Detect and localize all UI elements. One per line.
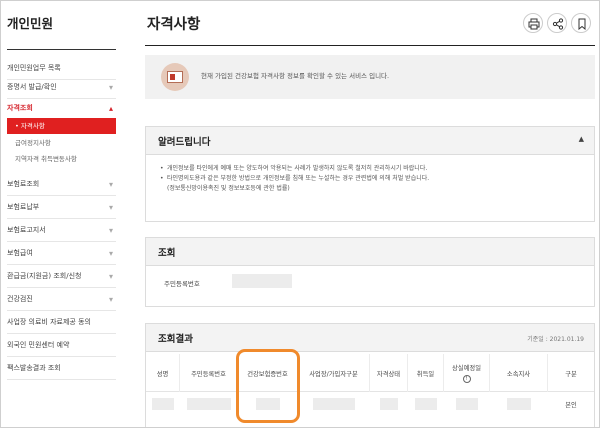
sidebar-item-label: 자격조회 xyxy=(7,104,33,112)
column-header: 취득일 xyxy=(408,354,444,392)
bookmark-button[interactable] xyxy=(571,13,591,33)
print-icon xyxy=(528,18,540,30)
info-banner: 현재 가입된 건강보험 자격사항 정보를 확인할 수 있는 서비스 입니다. xyxy=(145,55,595,99)
sidebar-subitem-qualification-details[interactable]: • 자격사항 xyxy=(7,118,116,134)
chevron-up-icon: ▴ xyxy=(108,104,113,113)
column-header: 성명 xyxy=(146,354,180,392)
cell-loss-date xyxy=(444,393,490,415)
cell-workplace xyxy=(298,393,370,415)
chevron-down-icon: ▾ xyxy=(108,226,113,235)
table-header: 성명 주민등록번호 건강보험증번호 사업장/가입자구분 자격상태 취득일 상실예… xyxy=(146,354,594,392)
chevron-down-icon: ▾ xyxy=(108,249,113,258)
notice-line: 개인정보를 타인에게 예매 또는 양도하여 악용되는 사례가 발생하지 않도록 … xyxy=(160,164,582,174)
sidebar-item-fax-result[interactable]: 팩스발송결과 조회 xyxy=(7,357,116,380)
table-row: 본인 xyxy=(146,393,594,415)
info-text: 현재 가입된 건강보험 자격사항 정보를 확인할 수 있는 서비스 입니다. xyxy=(201,72,390,80)
resident-number-value xyxy=(232,274,292,288)
sidebar-item-qualification[interactable]: 자격조회 ▴ xyxy=(7,97,116,120)
notice-line: 타인명의도용과 같은 부정한 방법으로 개인정보를 침해 또는 누설하는 경우 … xyxy=(160,174,582,184)
cell-status xyxy=(370,393,408,415)
chevron-down-icon: ▾ xyxy=(108,203,113,212)
bookmark-icon xyxy=(578,18,586,30)
chevron-down-icon: ▾ xyxy=(108,295,113,304)
column-header: 자격상태 xyxy=(370,354,408,392)
notice-header[interactable]: 알려드립니다 ▲ xyxy=(146,127,594,155)
sidebar-item-medical-consent[interactable]: 사업장 의료비 자료제공 동의 xyxy=(7,311,116,334)
print-button[interactable] xyxy=(523,13,543,33)
cell-type: 본인 xyxy=(565,401,577,409)
divider xyxy=(145,45,595,46)
main-content: 자격사항 현재 가입된 건강보험 자격사항 정보를 확인할 수 있는 서비스 입… xyxy=(131,1,599,427)
page-title: 자격사항 xyxy=(147,17,201,33)
cell-name xyxy=(146,393,180,415)
column-header: 사업장/가입자구분 xyxy=(298,354,370,392)
sidebar-item-label: 사업장 의료비 자료제공 동의 xyxy=(7,318,91,326)
sidebar-item-insurance-benefit[interactable]: 보험급여 ▾ xyxy=(7,242,116,265)
sidebar-item-label: 환급금(지원금) 조회/신청 xyxy=(7,272,82,280)
sidebar-item-label: 개인민원업무 목록 xyxy=(7,64,61,72)
column-header: 구분 xyxy=(565,370,577,378)
info-icon[interactable]: ! xyxy=(462,375,471,383)
sidebar-item-foreigner-center[interactable]: 외국인 민원센터 예약 xyxy=(7,334,116,357)
query-heading: 조회 xyxy=(158,248,176,259)
cell-branch xyxy=(490,393,548,415)
cell-resident-number xyxy=(180,393,238,415)
sidebar: 개인민원 개인민원업무 목록 증명서 발급/확인 ▾ 자격조회 ▴ • 자격사항 급… xyxy=(1,1,117,427)
share-icon xyxy=(552,18,564,30)
sidebar-item-label: 보험료고지서 xyxy=(7,226,46,234)
sidebar-item-label: 보험료납부 xyxy=(7,203,40,211)
sidebar-item-label: 외국인 민원센터 예약 xyxy=(7,341,70,349)
column-header: 주민등록번호 xyxy=(180,354,238,392)
collapse-icon[interactable]: ▲ xyxy=(579,135,584,143)
divider xyxy=(7,49,116,50)
notice-heading: 알려드립니다 xyxy=(158,137,211,148)
query-panel: 조회 주민등록번호 xyxy=(145,237,595,307)
sidebar-item-premium-payment[interactable]: 보험료납부 ▾ xyxy=(7,196,116,219)
results-panel: 조회결과 기준일 : 2021.01.19 성명 주민등록번호 건강보험증번호 … xyxy=(145,323,595,427)
chevron-down-icon: ▾ xyxy=(108,272,113,281)
reference-date: 기준일 : 2021.01.19 xyxy=(527,336,584,343)
notice-body: 개인정보를 타인에게 예매 또는 양도하여 악용되는 사례가 발생하지 않도록 … xyxy=(146,155,594,194)
sidebar-item-label: 보험급여 xyxy=(7,249,33,257)
sidebar-item-refund[interactable]: 환급금(지원금) 조회/신청 ▾ xyxy=(7,265,116,288)
sidebar-subitem-benefit-suspension[interactable]: 급여정지사항 xyxy=(7,135,116,151)
chevron-down-icon: ▾ xyxy=(108,180,113,189)
column-header: 상실예정일! xyxy=(444,354,490,392)
sidebar-title: 개인민원 xyxy=(7,16,54,31)
share-button[interactable] xyxy=(547,13,567,33)
notice-line: (정보통신망이용촉진 및 정보보호등에 관한 법률) xyxy=(167,185,290,192)
sidebar-item-premium-notice[interactable]: 보험료고지서 ▾ xyxy=(7,219,116,242)
sidebar-item-label: 팩스발송결과 조회 xyxy=(7,364,61,372)
notice-panel: 알려드립니다 ▲ 개인정보를 타인에게 예매 또는 양도하여 악용되는 사례가 … xyxy=(145,126,595,222)
column-header-label: 상실예정일 xyxy=(452,365,481,372)
chevron-down-icon: ▾ xyxy=(108,83,113,92)
sidebar-item-certificate[interactable]: 증명서 발급/확인 ▾ xyxy=(7,76,116,99)
column-header: 소속지사 xyxy=(490,354,548,392)
sidebar-subitem-regional-changes[interactable]: 지역자격 취득변동사항 xyxy=(7,151,116,167)
sidebar-item-premium-inquiry[interactable]: 보험료조회 ▾ xyxy=(7,173,116,196)
resident-number-label: 주민등록번호 xyxy=(164,280,200,288)
sidebar-item-label: 건강검진 xyxy=(7,295,33,303)
window: 개인민원 개인민원업무 목록 증명서 발급/확인 ▾ 자격조회 ▴ • 자격사항 급… xyxy=(0,0,600,428)
sidebar-item-health-checkup[interactable]: 건강검진 ▾ xyxy=(7,288,116,311)
results-heading: 조회결과 xyxy=(158,334,193,345)
id-card-icon xyxy=(161,63,189,91)
query-header: 조회 xyxy=(146,238,594,266)
sidebar-item-label: 보험료조회 xyxy=(7,180,40,188)
highlight-box xyxy=(236,349,300,423)
sidebar-item-label: 증명서 발급/확인 xyxy=(7,83,57,91)
cell-acquired-date xyxy=(408,393,444,415)
